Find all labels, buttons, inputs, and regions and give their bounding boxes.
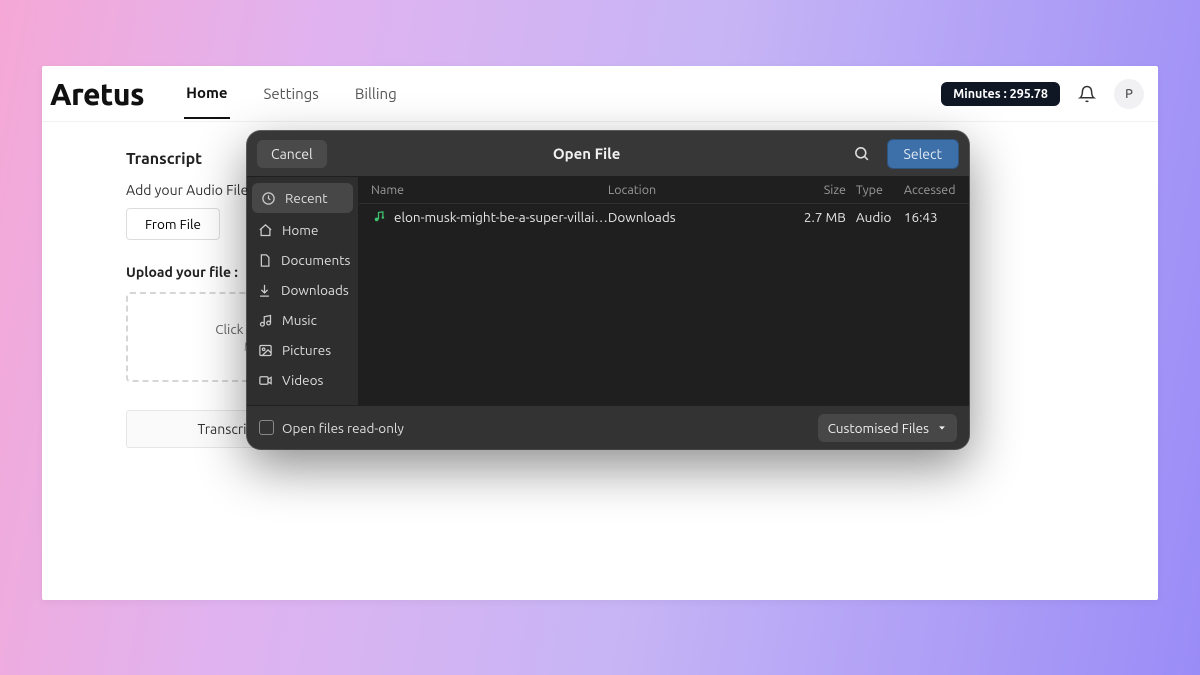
search-icon[interactable] <box>847 139 877 169</box>
sidebar-item-recent[interactable]: Recent <box>252 183 353 213</box>
main-nav: Home Settings Billing <box>184 68 399 119</box>
app-header: Aretus Home Settings Billing Minutes : 2… <box>42 66 1158 122</box>
sidebar-item-label: Home <box>282 222 318 238</box>
dialog-sidebar: Recent Home Documents Downloads Music Pi… <box>247 177 359 405</box>
nav-settings[interactable]: Settings <box>262 69 321 118</box>
open-file-dialog: Cancel Open File Select Recent Home Docu… <box>247 131 969 449</box>
video-icon <box>257 372 273 388</box>
notifications-bell-icon[interactable] <box>1074 81 1100 107</box>
file-size: 2.7 MB <box>788 209 846 225</box>
col-name[interactable]: Name <box>371 183 608 197</box>
cancel-button[interactable]: Cancel <box>257 140 327 168</box>
nav-billing[interactable]: Billing <box>353 69 399 118</box>
sidebar-item-pictures[interactable]: Pictures <box>247 335 358 365</box>
header-right: Minutes : 295.78 P <box>941 79 1144 109</box>
col-accessed[interactable]: Accessed <box>898 183 960 197</box>
file-row[interactable]: elon-musk-might-be-a-super-villai… Downl… <box>359 204 969 230</box>
dialog-title: Open File <box>337 145 837 162</box>
dialog-body: Recent Home Documents Downloads Music Pi… <box>247 177 969 405</box>
sidebar-item-label: Videos <box>282 372 323 388</box>
sidebar-item-music[interactable]: Music <box>247 305 358 335</box>
readonly-label: Open files read-only <box>282 420 404 436</box>
select-button[interactable]: Select <box>887 139 959 169</box>
sidebar-item-label: Music <box>282 312 317 328</box>
sidebar-item-label: Recent <box>285 190 328 206</box>
dialog-titlebar: Cancel Open File Select <box>247 131 969 177</box>
file-location: Downloads <box>608 209 788 225</box>
document-icon <box>257 252 272 268</box>
sidebar-item-videos[interactable]: Videos <box>247 365 358 395</box>
chevron-down-icon <box>937 423 947 433</box>
file-filter-dropdown[interactable]: Customised Files <box>818 414 957 442</box>
sidebar-item-downloads[interactable]: Downloads <box>247 275 358 305</box>
music-icon <box>257 312 273 328</box>
brand-logo: Aretus <box>50 77 144 111</box>
file-name: elon-musk-might-be-a-super-villai… <box>394 209 608 225</box>
sidebar-item-documents[interactable]: Documents <box>247 245 358 275</box>
sidebar-item-label: Pictures <box>282 342 331 358</box>
file-accessed: 16:43 <box>898 209 960 225</box>
user-avatar[interactable]: P <box>1114 79 1144 109</box>
clock-icon <box>260 190 276 206</box>
checkbox-icon <box>259 420 274 435</box>
dialog-footer: Open files read-only Customised Files <box>247 405 969 449</box>
from-file-button[interactable]: From File <box>126 208 220 240</box>
column-headers: Name Location Size Type Accessed <box>359 177 969 204</box>
picture-icon <box>257 342 273 358</box>
sidebar-item-label: Documents <box>281 252 350 268</box>
readonly-checkbox[interactable]: Open files read-only <box>259 420 404 436</box>
file-type: Audio <box>846 209 898 225</box>
sidebar-item-label: Downloads <box>281 282 349 298</box>
home-icon <box>257 222 273 238</box>
dialog-file-list: Name Location Size Type Accessed elon-mu… <box>359 177 969 405</box>
nav-home[interactable]: Home <box>184 68 229 119</box>
filter-label: Customised Files <box>828 420 929 436</box>
minutes-badge: Minutes : 295.78 <box>941 82 1060 106</box>
sidebar-item-home[interactable]: Home <box>247 215 358 245</box>
audio-file-icon <box>371 210 386 225</box>
download-icon <box>257 282 272 298</box>
col-size[interactable]: Size <box>788 183 846 197</box>
col-type[interactable]: Type <box>846 183 898 197</box>
col-location[interactable]: Location <box>608 183 788 197</box>
